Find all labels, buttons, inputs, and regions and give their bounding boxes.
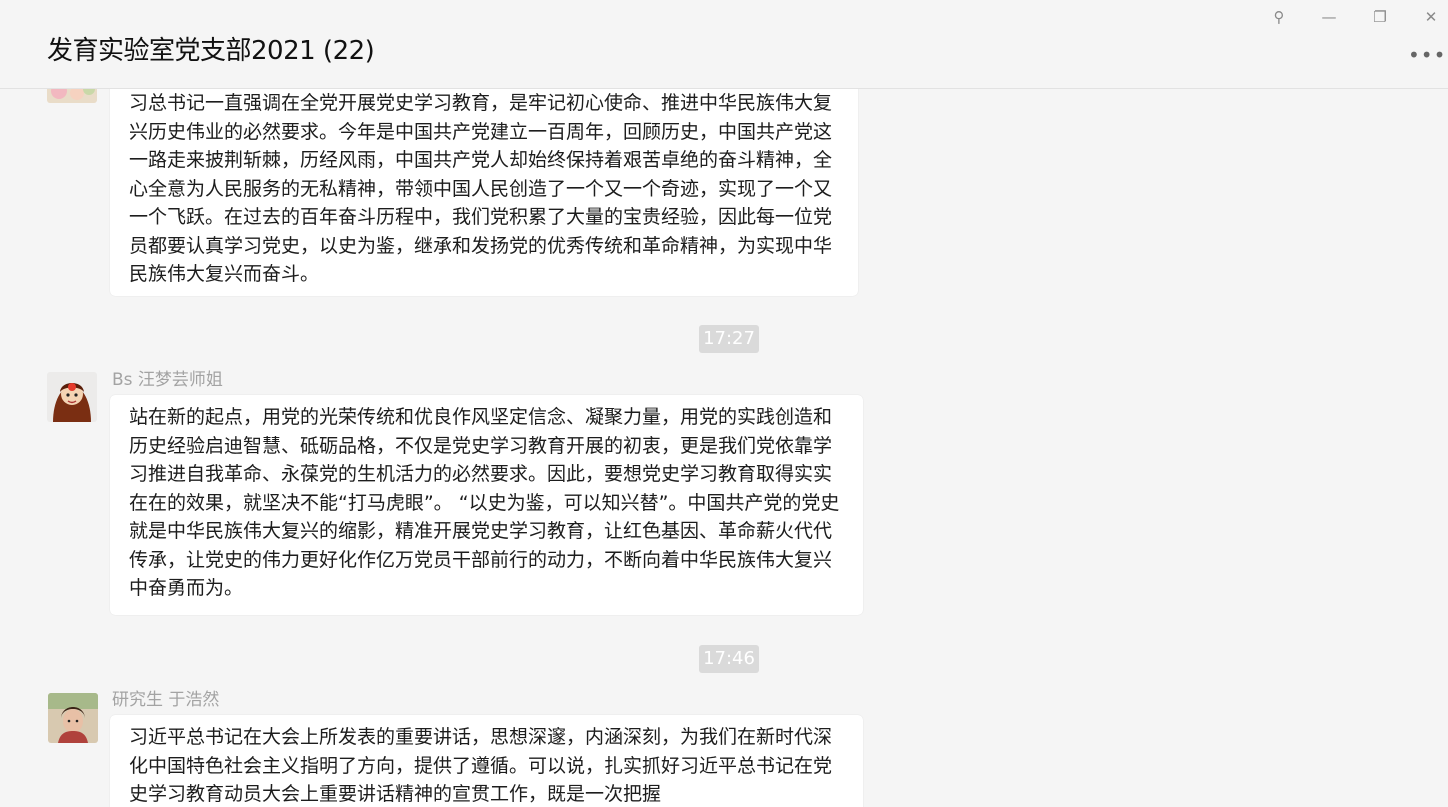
restore-button[interactable]: ❐ xyxy=(1367,4,1393,30)
restore-icon: ❐ xyxy=(1373,8,1387,26)
avatar[interactable] xyxy=(47,89,97,103)
sender-name: 研究生 于浩然 xyxy=(112,690,220,710)
avatar-photo-icon xyxy=(48,693,98,743)
minimize-button[interactable]: — xyxy=(1316,4,1342,30)
pin-button[interactable]: ⚲ xyxy=(1266,4,1292,30)
close-button[interactable]: ✕ xyxy=(1418,4,1444,30)
timestamp: 17:27 xyxy=(699,325,759,353)
avatar[interactable] xyxy=(48,693,98,743)
message-list[interactable]: 习总书记一直强调在全党开展党史学习教育，是牢记初心使命、推进中华民族伟大复兴历史… xyxy=(0,89,1448,807)
close-icon: ✕ xyxy=(1424,8,1438,26)
message-bubble[interactable]: 站在新的起点，用党的光荣传统和优良作风坚定信念、凝聚力量，用党的实践创造和历史经… xyxy=(110,395,863,615)
sender-name: Bs 汪梦芸师姐 xyxy=(112,370,223,390)
pin-icon: ⚲ xyxy=(1273,8,1285,26)
minimize-icon: — xyxy=(1321,8,1337,26)
more-options-button[interactable]: ••• xyxy=(1408,45,1445,70)
timestamp: 17:46 xyxy=(699,645,759,673)
avatar-flowers-icon xyxy=(47,89,97,103)
more-icon: ••• xyxy=(1408,43,1447,67)
avatar-cartoon-icon xyxy=(47,372,97,422)
message-bubble[interactable]: 习近平总书记在大会上所发表的重要讲话，思想深邃，内涵深刻，为我们在新时代深化中国… xyxy=(110,715,863,807)
avatar[interactable] xyxy=(47,372,97,422)
chat-title: 发育实验室党支部2021 (22) xyxy=(47,36,375,66)
chat-header: 发育实验室党支部2021 (22) ⚲ — ❐ ✕ ••• xyxy=(0,0,1448,89)
message-bubble[interactable]: 习总书记一直强调在全党开展党史学习教育，是牢记初心使命、推进中华民族伟大复兴历史… xyxy=(110,89,858,296)
